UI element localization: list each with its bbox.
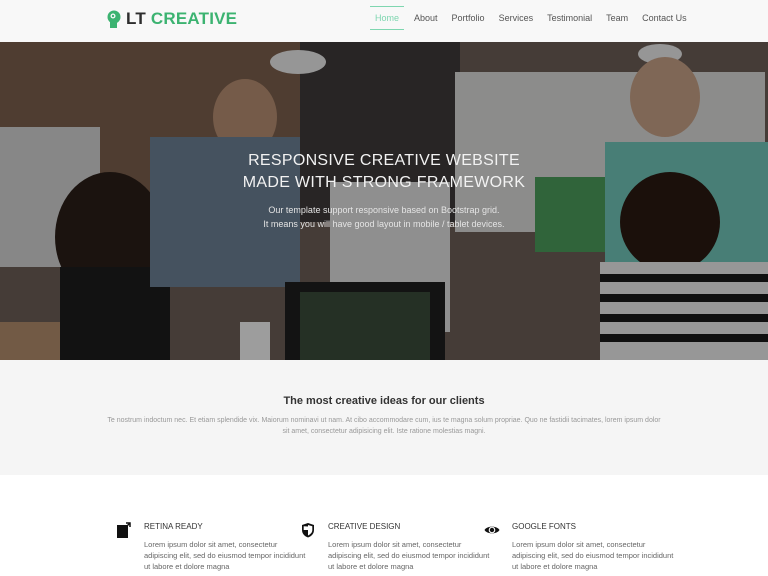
- site-header: LT CREATIVE Home About Portfolio Service…: [0, 0, 768, 42]
- hero-title-line1: RESPONSIVE CREATIVE WEBSITE: [248, 152, 520, 169]
- shield-icon: [302, 523, 314, 538]
- feature-title: CREATIVE DESIGN: [328, 522, 401, 531]
- hero-section: RESPONSIVE CREATIVE WEBSITE MADE WITH ST…: [0, 42, 768, 360]
- nav-contact-us[interactable]: Contact Us: [642, 0, 687, 42]
- hero-content: RESPONSIVE CREATIVE WEBSITE MADE WITH ST…: [0, 150, 768, 231]
- hero-title-line2: MADE WITH STRONG FRAMEWORK: [242, 174, 526, 191]
- nav-services[interactable]: Services: [499, 0, 534, 42]
- logo-text-lt: LT: [126, 9, 146, 28]
- hero-title: RESPONSIVE CREATIVE WEBSITE MADE WITH ST…: [0, 150, 768, 194]
- nav-home[interactable]: Home: [370, 0, 405, 42]
- head-gear-icon: [107, 10, 121, 28]
- nav-portfolio[interactable]: Portfolio: [452, 0, 485, 42]
- features-section: RETINA READY Lorem ipsum dolor sit amet,…: [0, 475, 768, 576]
- hero-subtitle-line2: It means you will have good layout in mo…: [263, 219, 505, 229]
- intro-text: Te nostrum indoctum nec. Et etiam splend…: [107, 417, 661, 435]
- hero-subtitle-line1: Our template support responsive based on…: [268, 205, 500, 215]
- intro-title: The most creative ideas for our clients: [283, 395, 485, 407]
- logo[interactable]: LT CREATIVE: [106, 9, 237, 29]
- intro-section: The most creative ideas for our clients …: [0, 360, 768, 475]
- main-nav: Home About Portfolio Services Testimonia…: [370, 0, 701, 42]
- feature-title: GOOGLE FONTS: [512, 522, 577, 531]
- feature-text: Lorem ipsum dolor sit amet, consectetur …: [512, 540, 674, 571]
- hero-subtitle: Our template support responsive based on…: [0, 203, 768, 231]
- feature-text: Lorem ipsum dolor sit amet, consectetur …: [328, 540, 490, 571]
- eye-icon: [484, 526, 500, 534]
- feature-text: Lorem ipsum dolor sit amet, consectetur …: [144, 540, 306, 571]
- nav-testimonial[interactable]: Testimonial: [547, 0, 592, 42]
- nav-about[interactable]: About: [414, 0, 438, 42]
- logo-text-creative: CREATIVE: [150, 9, 238, 28]
- feature-title: RETINA READY: [144, 522, 203, 531]
- nav-team[interactable]: Team: [606, 0, 628, 42]
- retina-icon: [117, 522, 131, 538]
